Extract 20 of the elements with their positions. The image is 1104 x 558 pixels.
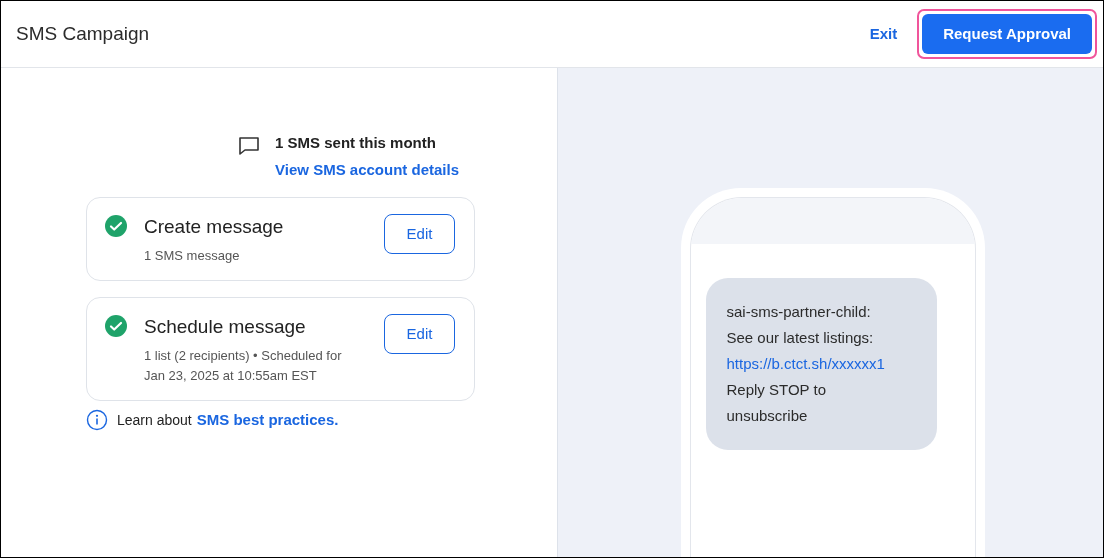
best-practices-link[interactable]: SMS best practices. <box>196 409 339 432</box>
step-detail: 1 SMS message <box>144 247 241 265</box>
chat-bubble-icon <box>237 134 262 158</box>
account-details-link[interactable]: View SMS account details <box>275 158 459 181</box>
sms-count-text: 1 SMS sent this month <box>275 133 437 153</box>
message-link[interactable]: https://b.ctct.sh/xxxxxx1 <box>726 351 916 377</box>
edit-button[interactable]: Edit <box>384 214 455 254</box>
step-title: Schedule message <box>144 315 307 339</box>
message-text: Reply STOP to unsubscribe <box>726 380 827 426</box>
request-approval-button[interactable]: Request Approval <box>922 14 1092 54</box>
exit-link[interactable]: Exit <box>869 22 898 46</box>
message-text: sai-sms-partner-child: <box>726 302 872 322</box>
step-detail: 1 list (2 recipients) • Scheduled for <box>144 347 343 365</box>
tip-text: Learn about <box>117 410 192 430</box>
edit-button[interactable]: Edit <box>384 314 455 354</box>
page-title: SMS Campaign <box>16 21 150 46</box>
step-detail: Jan 23, 2025 at 10:55am EST <box>144 367 318 385</box>
message-text: See our latest listings: <box>726 328 875 348</box>
step-title: Create message <box>144 215 285 239</box>
info-icon <box>86 409 108 432</box>
